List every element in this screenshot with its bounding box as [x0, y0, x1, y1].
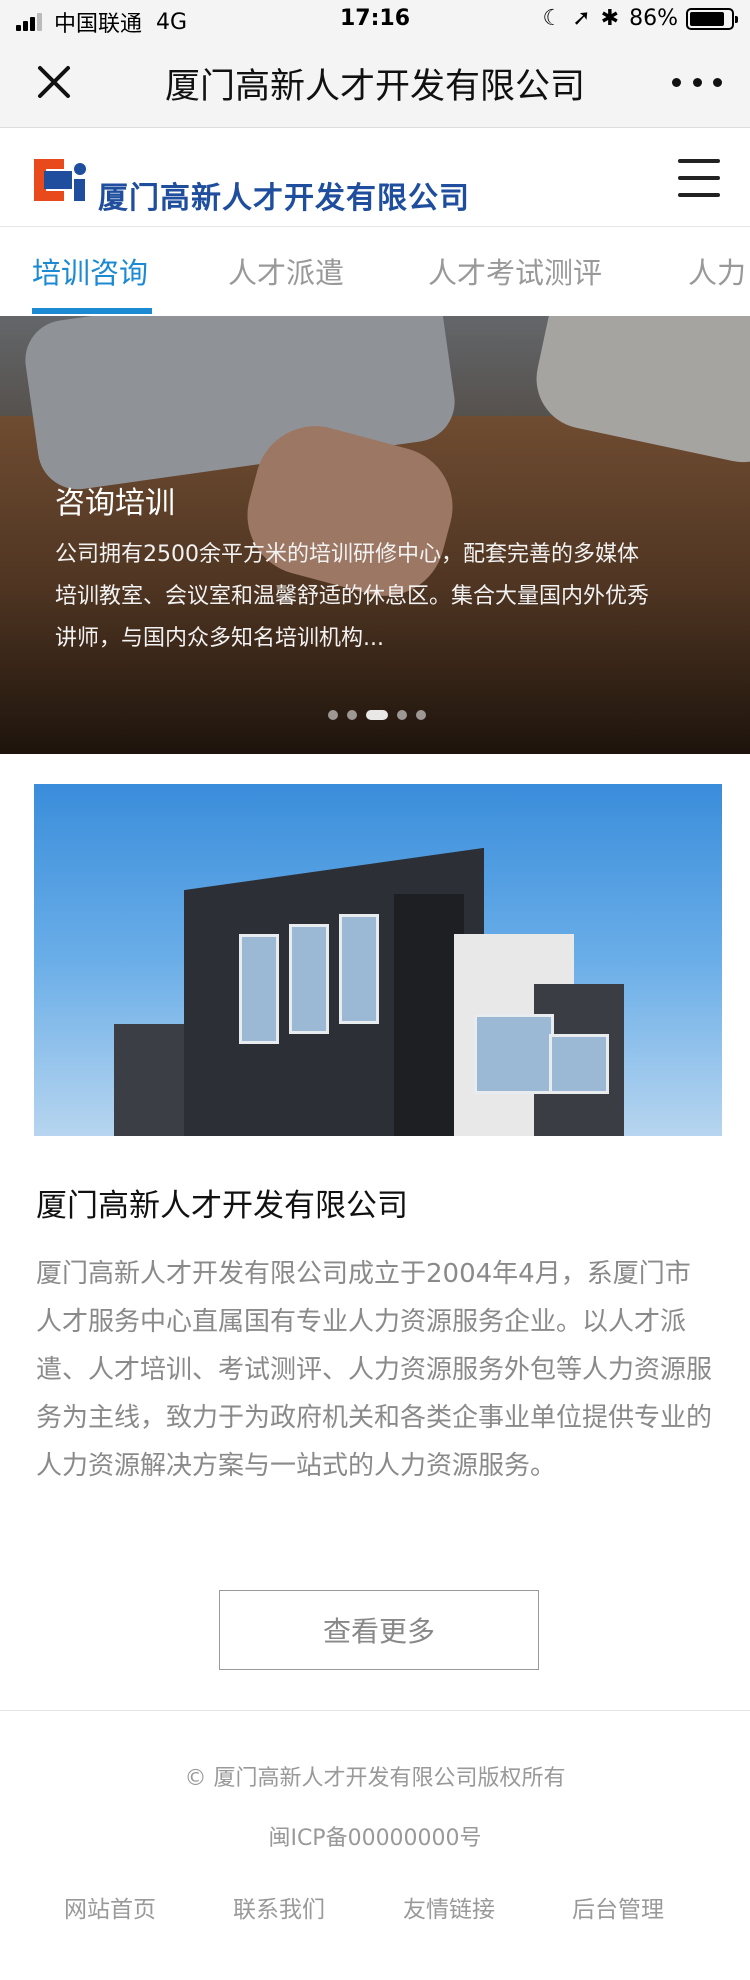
tab-hr[interactable]: 人力 — [688, 250, 746, 292]
intro-title: 厦门高新人才开发有限公司 — [36, 1188, 408, 1224]
carousel-dot[interactable] — [416, 710, 426, 720]
location-icon: ➚ — [572, 6, 591, 31]
view-more-button[interactable]: 查看更多 — [219, 1590, 539, 1670]
carousel-dots[interactable] — [328, 710, 435, 720]
moon-icon: ☾ — [542, 6, 563, 31]
divider — [0, 1710, 750, 1711]
carousel-dot[interactable] — [397, 710, 407, 720]
carousel-dot[interactable] — [328, 710, 338, 720]
site-header: 厦门高新人才开发有限公司 — [0, 129, 750, 227]
bluetooth-icon: ✱ — [600, 6, 620, 31]
footer-link-home[interactable]: 网站首页 — [64, 1890, 156, 1924]
tab-training-consulting[interactable]: 培训咨询 — [32, 250, 148, 292]
banner-carousel[interactable]: 咨询培训 公司拥有2500余平方米的培训研修中心，配套完善的多媒体培训教室、会议… — [0, 316, 750, 754]
company-logo-icon[interactable] — [34, 151, 94, 207]
app-navbar: 厦门高新人才开发有限公司 — [0, 40, 750, 128]
footer-link-contact[interactable]: 联系我们 — [233, 1890, 325, 1924]
tab-talent-dispatch[interactable]: 人才派遣 — [228, 250, 344, 292]
close-icon[interactable] — [34, 62, 74, 102]
carousel-dot[interactable] — [366, 710, 388, 720]
logo-text[interactable]: 厦门高新人才开发有限公司 — [98, 173, 470, 217]
status-right: ☾ ➚ ✱ 86% — [542, 6, 738, 31]
building-image — [34, 784, 722, 1136]
banner-description: 公司拥有2500余平方米的培训研修中心，配套完善的多媒体培训教室、会议室和温馨舒… — [55, 542, 650, 651]
battery-percent: 86% — [629, 6, 678, 31]
footer-links: 网站首页 联系我们 友情链接 后台管理 — [0, 1890, 750, 1930]
active-tab-indicator — [32, 308, 152, 314]
footer-link-friends[interactable]: 友情链接 — [403, 1890, 495, 1924]
copyright-text: © 厦门高新人才开发有限公司版权所有 — [184, 1766, 566, 1791]
icp-number: 闽ICP备00000000号 — [268, 1826, 482, 1851]
page-title: 厦门高新人才开发有限公司 — [164, 67, 585, 107]
banner-title: 咨询培训 — [55, 486, 175, 521]
tab-talent-exam[interactable]: 人才考试测评 — [428, 250, 602, 292]
intro-body: 厦门高新人才开发有限公司成立于2004年4月，系厦门市人才服务中心直属国有专业人… — [36, 1259, 713, 1481]
battery-icon — [686, 7, 738, 30]
footer-link-admin[interactable]: 后台管理 — [572, 1890, 664, 1924]
category-tabs: 培训咨询 人才派遣 人才考试测评 人力 — [0, 228, 750, 316]
hamburger-menu-icon[interactable] — [678, 159, 720, 197]
more-options-icon[interactable] — [672, 78, 722, 90]
status-bar: 中国联通 4G 17:16 ☾ ➚ ✱ 86% — [0, 0, 750, 40]
carousel-dot[interactable] — [347, 710, 357, 720]
